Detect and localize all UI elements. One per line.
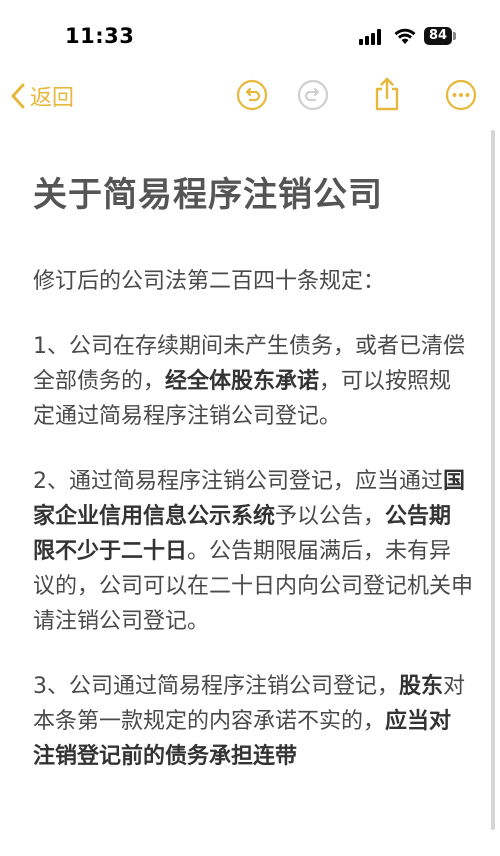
nav-bar: 返回 (0, 70, 500, 126)
status-time: 11:33 (65, 24, 135, 48)
undo-icon[interactable] (236, 79, 268, 111)
bold-text: 经全体股东承诺 (165, 369, 320, 394)
more-icon[interactable] (445, 79, 477, 111)
battery-icon: 84 (424, 27, 452, 45)
back-label: 返回 (30, 86, 75, 111)
status-bar: 11:33 84 (0, 0, 500, 70)
bold-text: 股东 (399, 674, 444, 699)
share-icon[interactable] (371, 76, 403, 112)
battery-nub (453, 32, 456, 40)
note-paragraph-1: 1、公司在存续期间未产生债务，或者已清偿全部债务的，经全体股东承诺，可以按照规定… (33, 329, 473, 434)
cellular-signal-icon (359, 29, 385, 45)
note-paragraph-3: 3、公司通过简易程序注销公司登记，股东对本条第一款规定的内容承诺不实的，应当对注… (33, 669, 473, 774)
back-button[interactable]: 返回 (10, 80, 74, 112)
text-run: 予以公告， (275, 504, 386, 529)
chevron-left-icon (11, 83, 25, 109)
text-run: 2、通过简易程序注销公司登记，应当通过 (33, 469, 443, 494)
text-run: 3、公司通过简易程序注销公司登记， (33, 674, 399, 699)
wifi-icon (394, 28, 416, 44)
scrollbar[interactable] (491, 130, 495, 830)
note-intro: 修订后的公司法第二百四十条规定： (33, 269, 386, 294)
redo-icon[interactable] (297, 79, 329, 111)
note-title: 关于简易程序注销公司 (33, 175, 383, 215)
note-paragraph-2: 2、通过简易程序注销公司登记，应当通过国家企业信用信息公示系统予以公告，公告期限… (33, 464, 473, 639)
note-body[interactable]: 关于简易程序注销公司 修订后的公司法第二百四十条规定： 1、公司在存续期间未产生… (33, 170, 473, 804)
